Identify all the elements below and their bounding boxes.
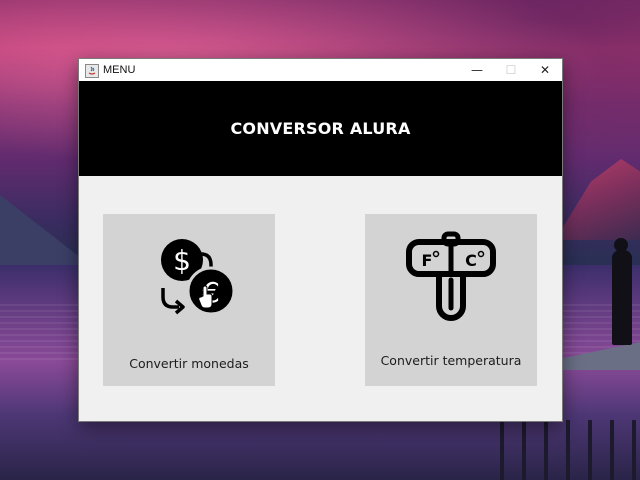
window-title: MENU [103, 64, 136, 76]
close-button[interactable]: ✕ [528, 59, 562, 81]
pier-posts [500, 420, 640, 480]
person-silhouette [612, 250, 632, 345]
maximize-button[interactable]: ☐ [494, 59, 528, 81]
header-banner: CONVERSOR ALURA [79, 81, 562, 176]
currency-exchange-icon: $ € [103, 230, 275, 330]
convert-currency-label: Convertir monedas [129, 356, 249, 371]
svg-text:F: F [422, 251, 433, 270]
desktop-wallpaper: MENU — ☐ ✕ CONVERSOR ALURA $ € Convertir… [0, 0, 640, 480]
convert-temperature-label: Convertir temperatura [380, 353, 522, 368]
svg-text:$: $ [173, 244, 191, 277]
window-controls: — ☐ ✕ [460, 59, 562, 81]
convert-currency-button[interactable]: $ € Convertir monedas [103, 214, 275, 386]
menu-window: MENU — ☐ ✕ CONVERSOR ALURA $ € Convertir… [78, 58, 563, 422]
convert-temperature-button[interactable]: F C Convertir temperatura [365, 214, 537, 386]
svg-text:C: C [465, 251, 477, 270]
menu-content: $ € Convertir monedas F C Convertir temp… [79, 176, 562, 421]
app-title: CONVERSOR ALURA [230, 119, 411, 138]
java-app-icon [85, 63, 99, 78]
minimize-button[interactable]: — [460, 59, 494, 81]
thermometer-fc-icon: F C [365, 230, 537, 330]
mountain-left [0, 195, 90, 265]
title-bar[interactable]: MENU — ☐ ✕ [79, 59, 562, 81]
